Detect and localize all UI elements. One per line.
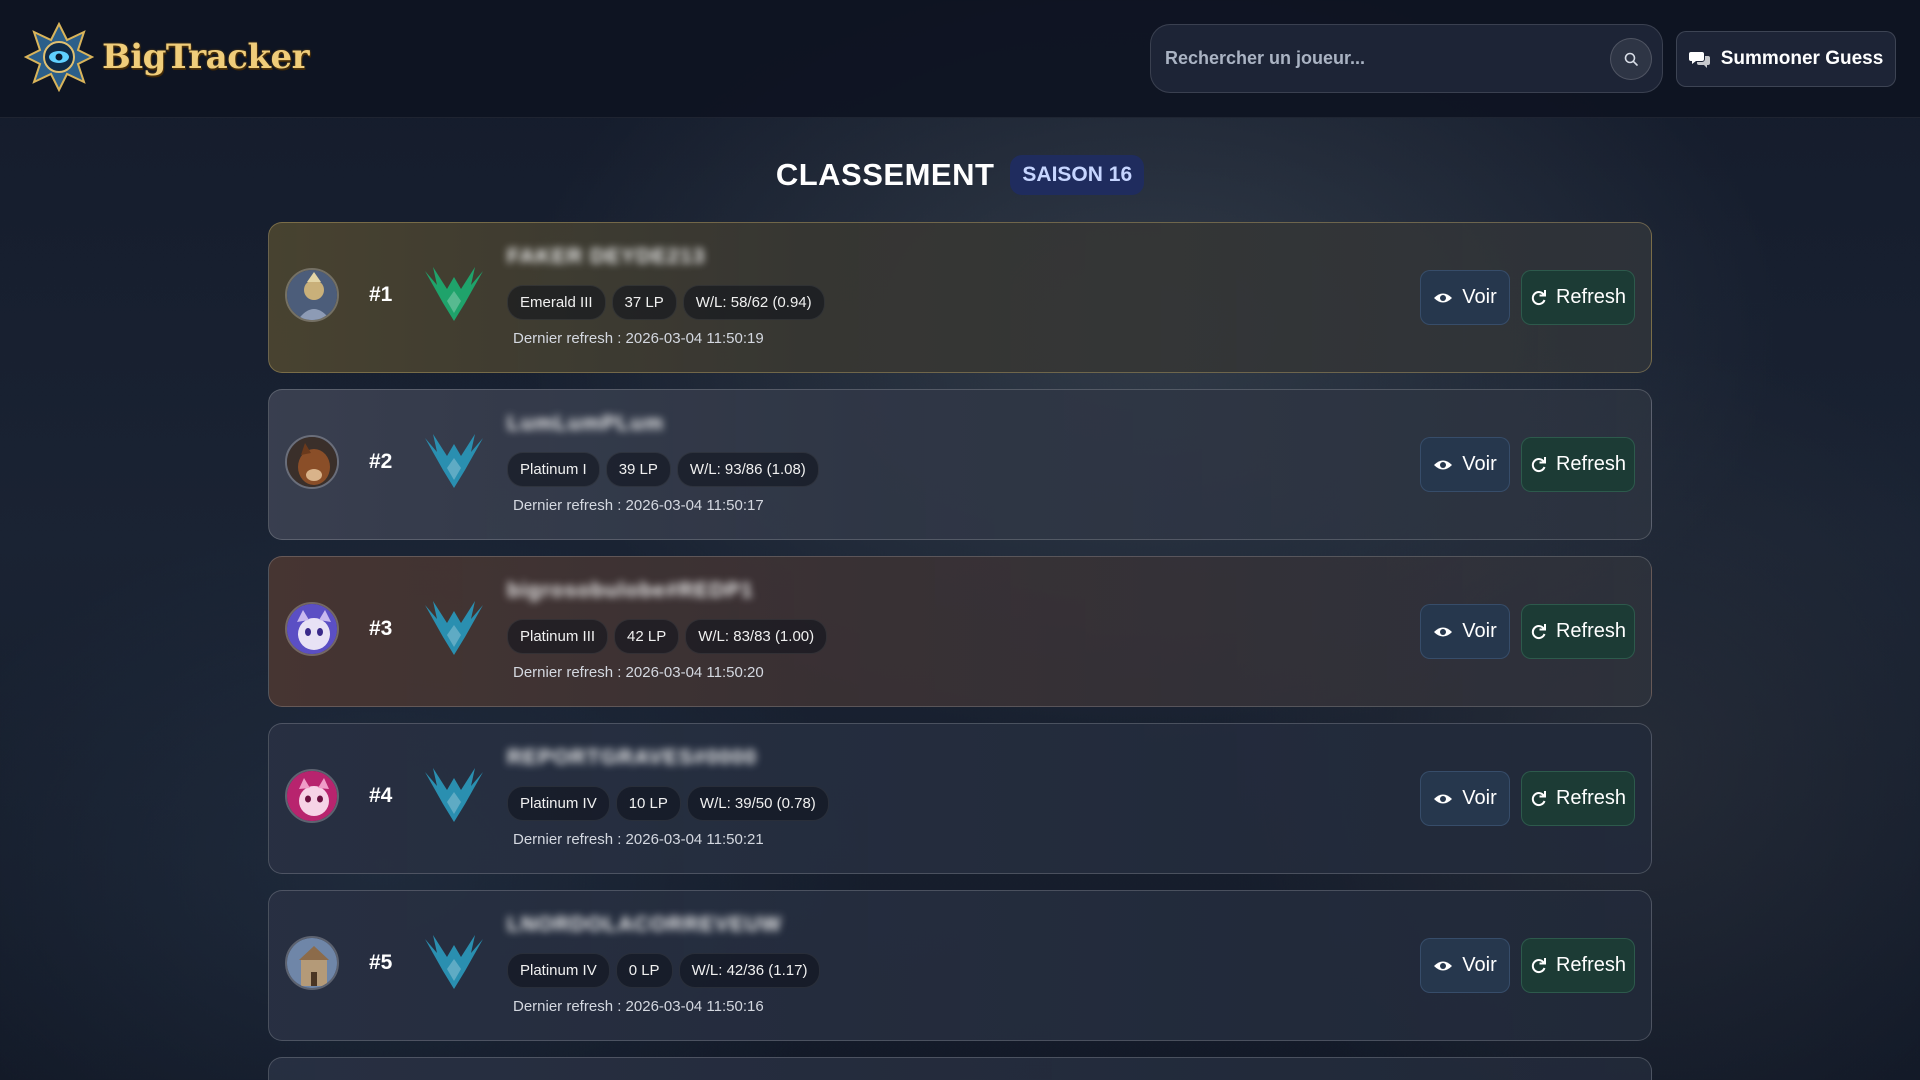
refresh-icon <box>1531 624 1546 640</box>
player-name: LNORDOLACORREVEUW <box>507 913 782 936</box>
leaderboard-row: #5 LNORDOLACORREVEUW Platinum IV 0 LP W/… <box>268 890 1652 1041</box>
avatar <box>285 769 339 823</box>
last-refresh-text: Dernier refresh : 2026-03-04 11:50:20 <box>513 664 764 681</box>
view-button[interactable]: Voir <box>1420 938 1510 993</box>
view-button[interactable]: Voir <box>1420 270 1510 325</box>
leaderboard: #1 FAKER DEYDE213 Emerald III 37 LP W/L:… <box>268 222 1652 1080</box>
eye-icon <box>1434 293 1453 302</box>
search-icon <box>1624 52 1638 66</box>
view-label: Voir <box>1462 453 1497 475</box>
rank-number: #5 <box>369 951 393 974</box>
eye-icon <box>1434 627 1453 636</box>
view-label: Voir <box>1462 954 1497 976</box>
winloss-pill: W/L: 93/86 (1.08) <box>676 452 819 487</box>
last-refresh-text: Dernier refresh : 2026-03-04 11:50:16 <box>513 998 764 1015</box>
season-badge: SAISON 16 <box>1010 155 1145 195</box>
avatar <box>285 602 339 656</box>
summoner-guess-label: Summoner Guess <box>1720 48 1884 69</box>
platinum-emblem-icon <box>421 931 487 991</box>
avatar <box>285 936 339 990</box>
stat-pills: Emerald III 37 LP W/L: 58/62 (0.94) <box>507 285 825 320</box>
leaderboard-row-partial <box>268 1057 1652 1080</box>
leaderboard-row: #4 REPORTGRAVES#0000 Platinum IV 10 LP W… <box>268 723 1652 874</box>
view-button[interactable]: Voir <box>1420 437 1510 492</box>
rank-number: #1 <box>369 283 393 306</box>
refresh-icon <box>1531 791 1546 807</box>
refresh-label: Refresh <box>1555 286 1627 308</box>
leaderboard-row: #3 bigrosobulobe#REDP1 Platinum III 42 L… <box>268 556 1652 707</box>
page-heading: CLASSEMENT SAISON 16 <box>0 150 1920 200</box>
tier-pill: Platinum IV <box>507 786 610 821</box>
leaderboard-row: #2 LumLumPLum Platinum I 39 LP W/L: 93/8… <box>268 389 1652 540</box>
search-input[interactable] <box>1165 25 1595 92</box>
refresh-label: Refresh <box>1555 620 1627 642</box>
last-refresh-text: Dernier refresh : 2026-03-04 11:50:21 <box>513 831 764 848</box>
player-name: REPORTGRAVES#0000 <box>507 746 758 769</box>
logo-text: BigTracker <box>102 37 310 77</box>
winloss-pill: W/L: 83/83 (1.00) <box>685 619 828 654</box>
last-refresh-text: Dernier refresh : 2026-03-04 11:50:19 <box>513 330 764 347</box>
refresh-label: Refresh <box>1555 787 1627 809</box>
lp-pill: 39 LP <box>605 452 671 487</box>
emerald-emblem-icon <box>421 263 487 323</box>
refresh-icon <box>1531 290 1546 306</box>
platinum-emblem-icon <box>421 597 487 657</box>
eye-icon <box>1434 460 1453 469</box>
stat-pills: Platinum IV 0 LP W/L: 42/36 (1.17) <box>507 953 821 988</box>
stat-pills: Platinum IV 10 LP W/L: 39/50 (0.78) <box>507 786 829 821</box>
rank-number: #2 <box>369 450 393 473</box>
refresh-button[interactable]: Refresh <box>1521 437 1635 492</box>
refresh-label: Refresh <box>1555 954 1627 976</box>
view-button[interactable]: Voir <box>1420 604 1510 659</box>
stat-pills: Platinum I 39 LP W/L: 93/86 (1.08) <box>507 452 819 487</box>
chat-bubbles-icon <box>1688 52 1710 68</box>
player-name: FAKER DEYDE213 <box>507 245 706 268</box>
view-label: Voir <box>1462 286 1497 308</box>
refresh-button[interactable]: Refresh <box>1521 938 1635 993</box>
last-refresh-text: Dernier refresh : 2026-03-04 11:50:17 <box>513 497 764 514</box>
logo-emblem-icon <box>24 22 94 92</box>
lp-pill: 37 LP <box>611 285 677 320</box>
summoner-guess-button[interactable]: Summoner Guess <box>1676 31 1896 87</box>
view-label: Voir <box>1462 620 1497 642</box>
platinum-emblem-icon <box>421 764 487 824</box>
app-logo[interactable]: BigTracker <box>24 22 310 92</box>
rank-number: #4 <box>369 784 393 807</box>
view-label: Voir <box>1462 787 1497 809</box>
tier-pill: Platinum III <box>507 619 609 654</box>
winloss-pill: W/L: 42/36 (1.17) <box>678 953 821 988</box>
refresh-button[interactable]: Refresh <box>1521 604 1635 659</box>
stat-pills: Platinum III 42 LP W/L: 83/83 (1.00) <box>507 619 828 654</box>
refresh-button[interactable]: Refresh <box>1521 771 1635 826</box>
lp-pill: 42 LP <box>614 619 680 654</box>
player-name: bigrosobulobe#REDP1 <box>507 579 754 602</box>
search-button[interactable] <box>1610 38 1652 80</box>
winloss-pill: W/L: 39/50 (0.78) <box>686 786 829 821</box>
player-search <box>1150 24 1663 93</box>
player-name: LumLumPLum <box>507 412 664 435</box>
avatar <box>285 435 339 489</box>
page-title: CLASSEMENT <box>775 157 995 192</box>
view-button[interactable]: Voir <box>1420 771 1510 826</box>
refresh-icon <box>1531 457 1546 473</box>
tier-pill: Platinum IV <box>507 953 610 988</box>
platinum-emblem-icon <box>421 430 487 490</box>
rank-number: #3 <box>369 617 393 640</box>
winloss-pill: W/L: 58/62 (0.94) <box>682 285 825 320</box>
lp-pill: 0 LP <box>615 953 673 988</box>
refresh-icon <box>1531 958 1546 974</box>
top-header: BigTracker Summoner Guess <box>0 0 1920 118</box>
lp-pill: 10 LP <box>615 786 681 821</box>
eye-icon <box>1434 961 1453 970</box>
leaderboard-row: #1 FAKER DEYDE213 Emerald III 37 LP W/L:… <box>268 222 1652 373</box>
tier-pill: Platinum I <box>507 452 600 487</box>
tier-pill: Emerald III <box>507 285 606 320</box>
refresh-button[interactable]: Refresh <box>1521 270 1635 325</box>
refresh-label: Refresh <box>1555 453 1627 475</box>
avatar <box>285 268 339 322</box>
eye-icon <box>1434 794 1453 803</box>
